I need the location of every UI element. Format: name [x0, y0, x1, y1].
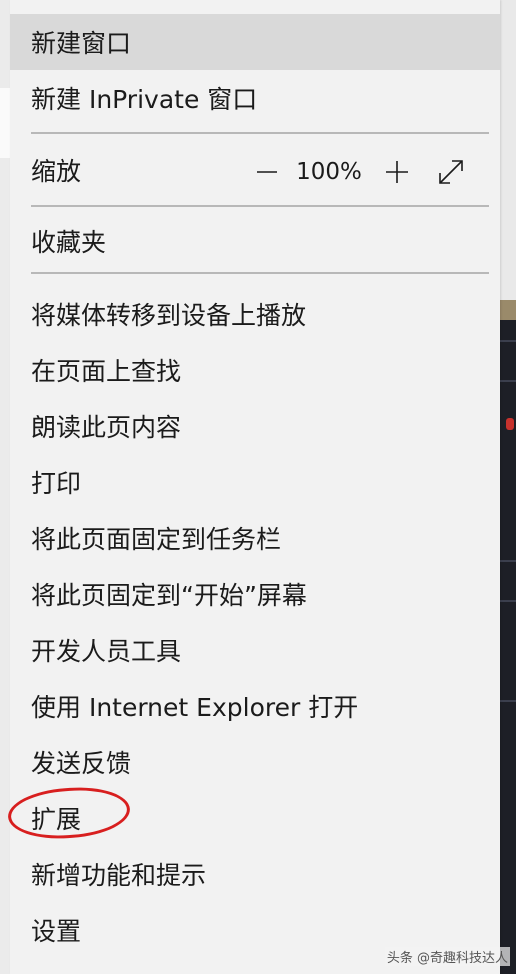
plus-icon — [386, 161, 408, 183]
zoom-level: 100% — [296, 159, 362, 185]
menu-item-cast-media[interactable]: 将媒体转移到设备上播放 — [10, 286, 500, 342]
menu-top-edge — [10, 0, 500, 14]
background-badge — [506, 418, 514, 430]
menu-item-print[interactable]: 打印 — [10, 454, 500, 510]
minus-icon — [257, 171, 277, 173]
menu-item-label: 将此页面固定到任务栏 — [31, 525, 282, 554]
menu-item-label: 新建窗口 — [31, 29, 132, 58]
menu-item-new-window[interactable]: 新建窗口 — [10, 14, 500, 70]
zoom-label: 缩放 — [31, 157, 82, 186]
menu-separator — [31, 205, 489, 207]
menu-item-pin-to-start[interactable]: 将此页固定到“开始”屏幕 — [10, 566, 500, 622]
menu-item-label: 新增功能和提示 — [31, 861, 207, 890]
background-page-right-top — [500, 0, 516, 300]
menu-item-label: 发送反馈 — [31, 749, 132, 778]
background-page-left-strip — [0, 88, 10, 158]
menu-item-label: 开发人员工具 — [31, 637, 182, 666]
menu-item-whats-new[interactable]: 新增功能和提示 — [10, 846, 500, 902]
watermark-text: 头条 @奇趣科技达人 — [384, 947, 510, 966]
menu-item-pin-to-taskbar[interactable]: 将此页面固定到任务栏 — [10, 510, 500, 566]
menu-separator — [31, 272, 489, 274]
menu-item-label: 收藏夹 — [31, 228, 107, 257]
menu-item-label: 设置 — [31, 917, 82, 946]
menu-item-label: 将此页固定到“开始”屏幕 — [31, 581, 307, 610]
menu-separator — [31, 132, 489, 134]
menu-item-label: 朗读此页内容 — [31, 413, 182, 442]
menu-item-favorites[interactable]: 收藏夹 — [10, 213, 500, 269]
menu-item-read-aloud[interactable]: 朗读此页内容 — [10, 398, 500, 454]
menu-item-label: 将媒体转移到设备上播放 — [31, 301, 307, 330]
menu-item-label: 新建 InPrivate 窗口 — [31, 85, 258, 114]
menu-item-new-inprivate-window[interactable]: 新建 InPrivate 窗口 — [10, 70, 500, 126]
menu-item-send-feedback[interactable]: 发送反馈 — [10, 734, 500, 790]
menu-item-label: 在页面上查找 — [31, 357, 182, 386]
menu-item-open-in-ie[interactable]: 使用 Internet Explorer 打开 — [10, 678, 500, 734]
menu-item-label: 打印 — [31, 469, 82, 498]
background-page-right-band — [500, 300, 516, 320]
fullscreen-arrows-icon — [439, 160, 463, 184]
zoom-in-button[interactable] — [380, 144, 414, 200]
menu-item-find-on-page[interactable]: 在页面上查找 — [10, 342, 500, 398]
fullscreen-button[interactable] — [434, 144, 468, 200]
menu-item-label: 使用 Internet Explorer 打开 — [31, 693, 359, 722]
menu-item-developer-tools[interactable]: 开发人员工具 — [10, 622, 500, 678]
zoom-out-button[interactable] — [250, 144, 284, 200]
